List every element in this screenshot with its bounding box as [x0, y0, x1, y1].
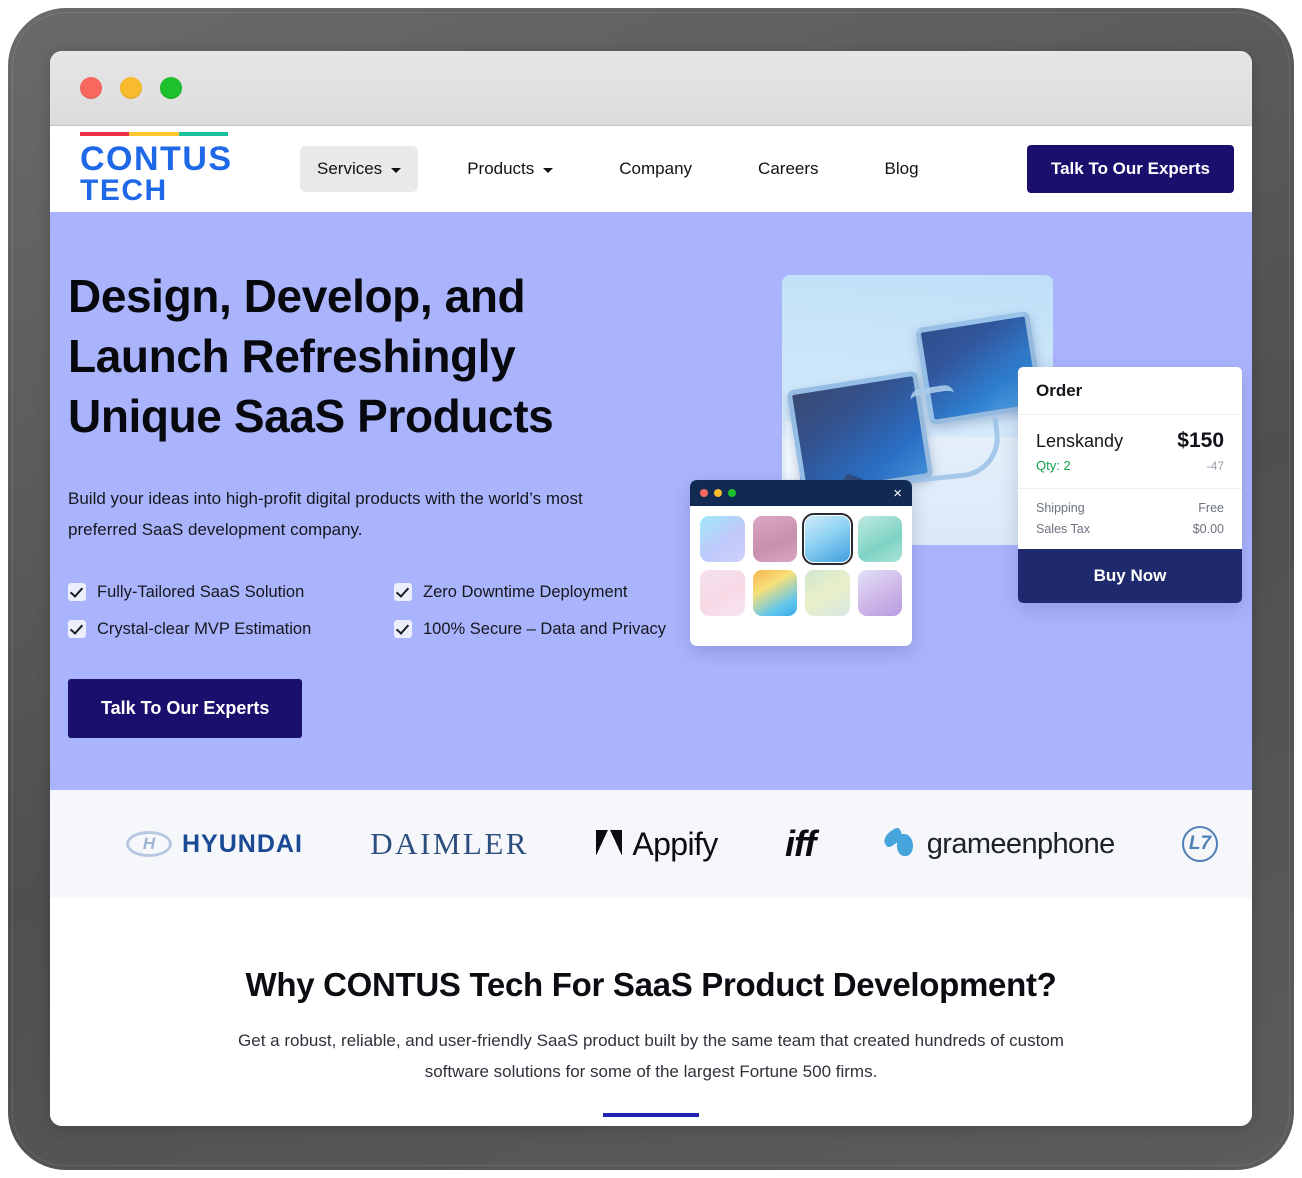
- buy-now-button[interactable]: Buy Now: [1018, 549, 1242, 603]
- browser-window: CONTUS TECH Services Products Company Ca…: [50, 51, 1252, 1126]
- logo-accent-bars: [80, 132, 228, 137]
- hero-title-line-1: Design, Develop, and: [68, 270, 526, 322]
- client-logo-label: DAIMLER: [370, 826, 529, 861]
- summary-row-shipping: Shipping Free: [1036, 501, 1224, 515]
- maximize-window-icon[interactable]: [160, 77, 182, 99]
- feature-item: Fully-Tailored SaaS Solution: [68, 583, 394, 602]
- hero-talk-to-experts-button[interactable]: Talk To Our Experts: [68, 678, 303, 738]
- check-icon: [394, 620, 412, 639]
- color-swatch[interactable]: [752, 516, 797, 562]
- design-browser-mockup: ×: [690, 480, 912, 646]
- hero-artwork: × Order Lenskandy $150 Qty: 2 -47 Shippi…: [690, 212, 1252, 790]
- why-section: Why CONTUS Tech For SaaS Product Develop…: [50, 898, 1252, 1118]
- page-content: CONTUS TECH Services Products Company Ca…: [50, 126, 1252, 1126]
- browser-titlebar: [50, 51, 1252, 126]
- logo-text-contus: CONTUS: [80, 140, 233, 179]
- client-logo-label: Appify: [632, 825, 718, 862]
- nav-label-services: Services: [317, 159, 383, 178]
- color-swatch[interactable]: [805, 570, 850, 616]
- grameenphone-icon: [880, 826, 917, 859]
- client-logo-iff: iff: [785, 823, 816, 865]
- summary-row-sales-tax: Sales Tax $0.00: [1036, 522, 1224, 536]
- close-icon[interactable]: ×: [893, 486, 902, 501]
- nav-label-products: Products: [467, 159, 535, 178]
- hyundai-icon: [126, 831, 172, 857]
- feature-label: Fully-Tailored SaaS Solution: [97, 582, 305, 601]
- color-swatch[interactable]: [752, 570, 797, 616]
- order-item-quantity: Qty: 2: [1036, 458, 1071, 473]
- minimize-window-icon[interactable]: [120, 77, 142, 99]
- order-item-discount: -47: [1206, 459, 1224, 473]
- check-icon: [68, 583, 86, 602]
- summary-value: $0.00: [1192, 522, 1224, 536]
- summary-label: Sales Tax: [1036, 522, 1090, 536]
- nav-item-company[interactable]: Company: [602, 146, 709, 192]
- color-swatch[interactable]: [700, 516, 745, 562]
- mock-close-icon[interactable]: [700, 489, 708, 497]
- client-logo-strip: HYUNDAI DAIMLER Appify iff grameenphone …: [50, 790, 1252, 898]
- order-summary: Shipping Free Sales Tax $0.00: [1018, 489, 1242, 549]
- client-logo-label: iff: [785, 823, 816, 864]
- lt-icon: L7: [1182, 826, 1218, 862]
- logo-text-tech: TECH: [80, 174, 168, 208]
- feature-item: Zero Downtime Deployment: [394, 583, 728, 602]
- summary-value: Free: [1198, 501, 1224, 515]
- order-line-item: Lenskandy $150 Qty: 2 -47: [1018, 415, 1242, 489]
- check-icon: [68, 620, 86, 639]
- nav-item-products[interactable]: Products: [450, 146, 570, 192]
- chevron-down-icon: [391, 168, 402, 173]
- mock-maximize-icon[interactable]: [728, 489, 736, 497]
- mock-minimize-icon[interactable]: [714, 489, 722, 497]
- hero-copy: Design, Develop, and Launch Refreshingly…: [68, 267, 768, 738]
- brand-logo[interactable]: CONTUS TECH: [80, 132, 233, 208]
- hero-section: Design, Develop, and Launch Refreshingly…: [50, 212, 1252, 790]
- header-talk-to-experts-button[interactable]: Talk To Our Experts: [1026, 145, 1234, 193]
- client-logo-label: grameenphone: [926, 827, 1116, 860]
- why-section-subtitle: Get a robust, reliable, and user-friendl…: [238, 1031, 1064, 1081]
- nav-item-blog[interactable]: Blog: [868, 146, 936, 192]
- main-navigation: Services Products Company Careers Blog: [300, 146, 1027, 192]
- color-swatch[interactable]: [857, 516, 902, 562]
- client-logo-appify: Appify: [596, 825, 718, 863]
- order-item-name: Lenskandy: [1036, 431, 1124, 451]
- color-swatch[interactable]: [857, 570, 902, 616]
- nav-label-company: Company: [619, 159, 693, 178]
- order-card: Order Lenskandy $150 Qty: 2 -47 Shipping…: [1018, 367, 1242, 603]
- section-divider: [603, 1113, 699, 1118]
- hero-feature-list: Fully-Tailored SaaS Solution Zero Downti…: [68, 583, 728, 639]
- feature-item: 100% Secure – Data and Privacy: [394, 620, 728, 639]
- chevron-down-icon: [543, 168, 554, 173]
- client-logo-hyundai: HYUNDAI: [126, 830, 303, 859]
- nav-item-careers[interactable]: Careers: [741, 146, 835, 192]
- color-swatch-grid: [690, 506, 912, 626]
- appify-icon: [596, 830, 623, 858]
- feature-item: Crystal-clear MVP Estimation: [68, 620, 394, 639]
- feature-label: Crystal-clear MVP Estimation: [97, 619, 312, 638]
- mockup-titlebar: ×: [690, 480, 912, 506]
- nav-label-blog: Blog: [884, 159, 919, 178]
- hero-title-line-3: Unique SaaS Products: [68, 389, 554, 442]
- feature-label: 100% Secure – Data and Privacy: [423, 619, 667, 638]
- color-swatch[interactable]: [700, 570, 745, 616]
- summary-label: Shipping: [1036, 501, 1085, 515]
- site-header: CONTUS TECH Services Products Company Ca…: [50, 126, 1252, 212]
- order-card-title: Order: [1018, 367, 1242, 415]
- color-swatch-selected[interactable]: [802, 513, 853, 565]
- feature-label: Zero Downtime Deployment: [423, 582, 628, 601]
- hero-subtitle: Build your ideas into high-profit digita…: [68, 489, 583, 539]
- nav-item-services[interactable]: Services: [300, 146, 419, 192]
- hero-title-line-2: Launch Refreshingly: [68, 329, 516, 382]
- close-window-icon[interactable]: [80, 77, 102, 99]
- client-logo-lt: L7: [1182, 826, 1218, 862]
- client-logo-daimler: DAIMLER: [370, 826, 529, 862]
- client-logo-grameenphone: grameenphone: [880, 826, 1116, 861]
- order-item-price: $150: [1177, 429, 1224, 452]
- check-icon: [394, 583, 412, 602]
- nav-label-careers: Careers: [758, 159, 819, 178]
- client-logo-label: HYUNDAI: [182, 829, 303, 858]
- why-section-title: Why CONTUS Tech For SaaS Product Develop…: [245, 966, 1057, 1003]
- hero-title: Design, Develop, and Launch Refreshingly…: [68, 267, 768, 446]
